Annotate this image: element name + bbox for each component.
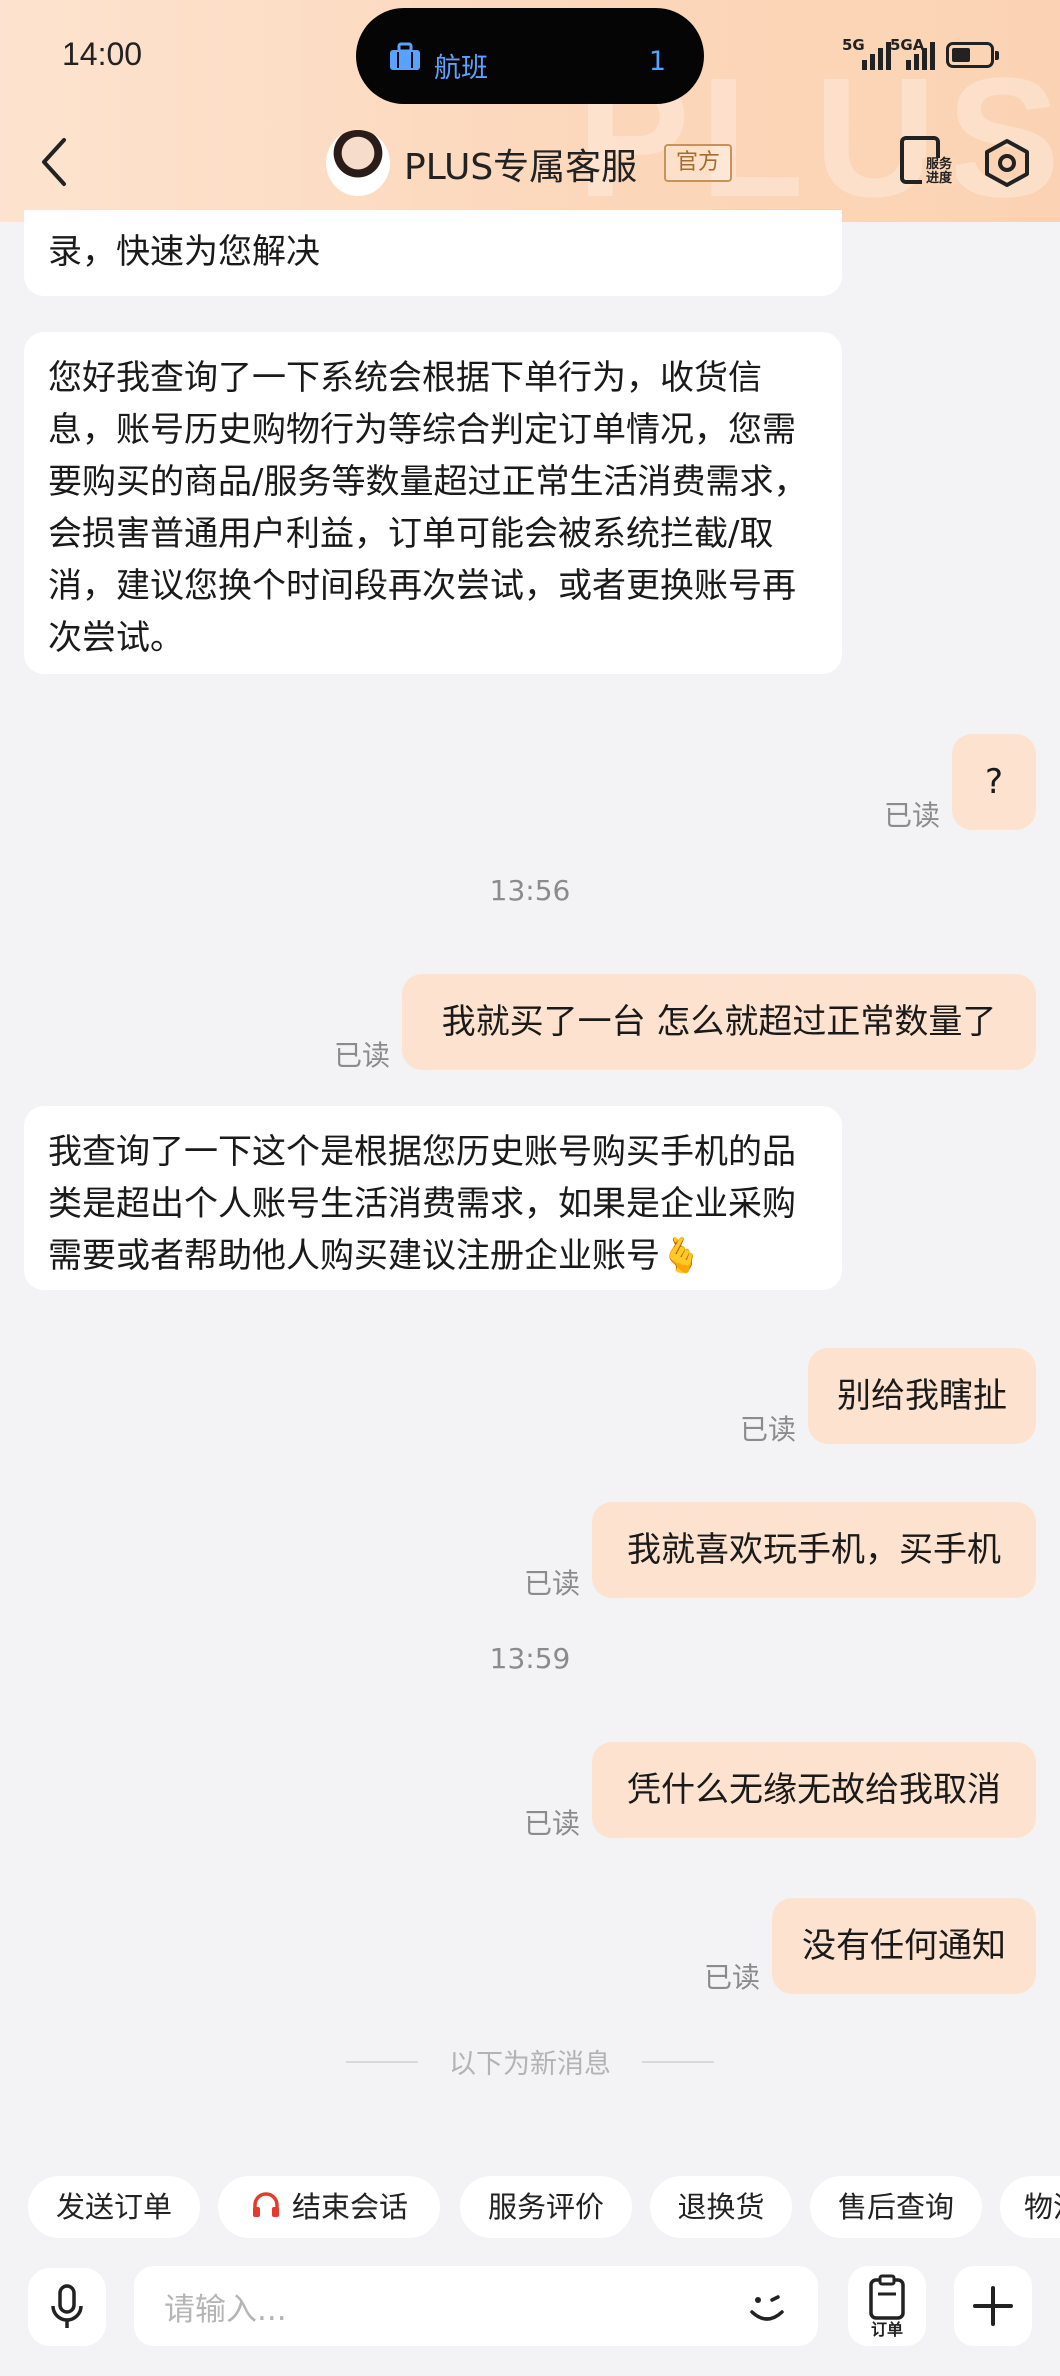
- dynamic-island[interactable]: 航班 1: [356, 8, 704, 104]
- agent-message: 您好我查询了一下系统会根据下单行为，收货信息，账号历史购物行为等综合判定订单情况…: [24, 332, 842, 674]
- new-messages-divider: 以下为新消息: [449, 2049, 611, 2080]
- user-message: 我就喜欢玩手机，买手机: [592, 1502, 1036, 1598]
- signal-icon: [862, 42, 891, 70]
- user-message: ?: [952, 734, 1036, 830]
- status-time: 14:00: [62, 36, 143, 72]
- agent-message: 录，快速为您解决: [24, 210, 842, 296]
- input-placeholder: 请输入...: [164, 2292, 287, 2328]
- end-session-chip[interactable]: 结束会话: [218, 2176, 440, 2238]
- send-order-chip[interactable]: 发送订单: [28, 2176, 200, 2238]
- voice-input-button[interactable]: [28, 2268, 106, 2346]
- emoji-icon[interactable]: [742, 2282, 792, 2332]
- settings-hexagon-icon[interactable]: [982, 138, 1032, 188]
- order-button[interactable]: 订单: [848, 2266, 926, 2346]
- end-session-label: 结束会话: [291, 2190, 408, 2224]
- read-receipt: 已读: [884, 799, 941, 832]
- user-message: 没有任何通知: [772, 1898, 1036, 1994]
- read-receipt: 已读: [704, 1961, 761, 1994]
- more-button[interactable]: [954, 2266, 1032, 2346]
- after-sales-chip[interactable]: 售后查询: [810, 2176, 982, 2238]
- back-arrow-icon[interactable]: [34, 134, 74, 190]
- timestamp: 13:56: [489, 874, 571, 907]
- user-message: 别给我瞎扯: [808, 1348, 1036, 1444]
- return-exchange-chip[interactable]: 退换货: [650, 2176, 792, 2238]
- progress-label: 服务进度: [922, 158, 956, 186]
- headset-icon: [252, 2192, 279, 2217]
- service-rating-chip[interactable]: 服务评价: [460, 2176, 632, 2238]
- signal-icon-2: [906, 42, 935, 70]
- user-message: 我就买了一台 怎么就超过正常数量了: [402, 974, 1036, 1070]
- order-label: 订单: [870, 2320, 903, 2339]
- finger-heart-emoji: 🫰: [660, 1236, 703, 1276]
- service-progress-button[interactable]: 服务进度: [896, 130, 956, 196]
- battery-icon: [946, 42, 999, 68]
- read-receipt: 已读: [740, 1413, 797, 1446]
- read-receipt: 已读: [524, 1567, 581, 1600]
- page-title: PLUS专属客服: [404, 147, 638, 188]
- plus-icon: [973, 2286, 1013, 2326]
- message-input[interactable]: 请输入...: [134, 2266, 818, 2346]
- user-message: 凭什么无缘无故给我取消: [592, 1742, 1036, 1838]
- official-badge: 官方: [664, 144, 733, 182]
- island-count: 1: [648, 46, 666, 77]
- divider-line-right: [642, 2061, 714, 2063]
- island-label: 航班: [434, 53, 488, 84]
- read-receipt: 已读: [334, 1039, 391, 1072]
- logistics-chip[interactable]: 物流: [1000, 2176, 1060, 2238]
- timestamp: 13:59: [489, 1642, 571, 1675]
- microphone-icon: [51, 2284, 83, 2328]
- avatar[interactable]: [326, 130, 390, 196]
- read-receipt: 已读: [524, 1807, 581, 1840]
- agent-message: 我查询了一下这个是根据您历史账号购买手机的品类是超出个人账号生活消费需求，如果是…: [24, 1106, 842, 1290]
- order-clipboard-icon: [869, 2274, 905, 2320]
- suitcase-icon: [390, 42, 420, 70]
